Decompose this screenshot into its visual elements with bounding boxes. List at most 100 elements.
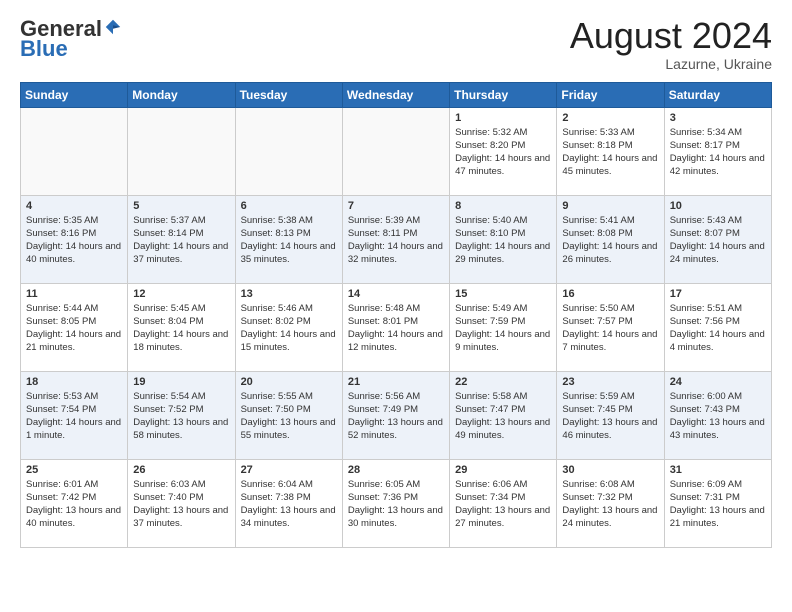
calendar-cell: 27 Sunrise: 6:04 AMSunset: 7:38 PMDayligh… xyxy=(235,459,342,547)
calendar-cell: 26 Sunrise: 6:03 AMSunset: 7:40 PMDayligh… xyxy=(128,459,235,547)
day-number: 29 xyxy=(455,464,551,476)
calendar-week-row: 18Sunrise: 5:53 AMSunset: 7:54 PMDayligh… xyxy=(21,371,772,459)
day-info: Sunrise: 5:48 AMSunset: 8:01 PMDaylight:… xyxy=(348,302,444,355)
day-number: 12 xyxy=(133,288,229,300)
day-number: 11 xyxy=(26,288,122,300)
calendar-cell xyxy=(342,107,449,195)
day-info: Sunrise: 5:33 AMSunset: 8:18 PMDaylight:… xyxy=(562,126,658,179)
day-number: 27 xyxy=(241,464,337,476)
day-number: 31 xyxy=(670,464,766,476)
calendar-cell xyxy=(21,107,128,195)
day-info: Sunrise: 6:01 AMSunset: 7:42 PMDaylight:… xyxy=(26,478,122,531)
calendar-cell: 6 Sunrise: 5:38 AMSunset: 8:13 PMDaylight… xyxy=(235,195,342,283)
weekday-header: Monday xyxy=(128,82,235,107)
day-number: 25 xyxy=(26,464,122,476)
day-number: 14 xyxy=(348,288,444,300)
day-info: Sunrise: 6:08 AMSunset: 7:32 PMDaylight:… xyxy=(562,478,658,531)
logo-blue-text: Blue xyxy=(20,36,68,62)
calendar-cell: 2Sunrise: 5:33 AMSunset: 8:18 PMDaylight… xyxy=(557,107,664,195)
day-info: Sunrise: 5:59 AMSunset: 7:45 PMDaylight:… xyxy=(562,390,658,443)
day-number: 19 xyxy=(133,376,229,388)
calendar-cell: 10Sunrise: 5:43 AMSunset: 8:07 PMDayligh… xyxy=(664,195,771,283)
page: General Blue August 2024 Lazurne, Ukrain… xyxy=(0,0,792,564)
day-info: Sunrise: 5:50 AMSunset: 7:57 PMDaylight:… xyxy=(562,302,658,355)
calendar-cell: 25 Sunrise: 6:01 AMSunset: 7:42 PMDayligh… xyxy=(21,459,128,547)
day-number: 23 xyxy=(562,376,658,388)
weekday-header: Thursday xyxy=(450,82,557,107)
calendar-cell: 28 Sunrise: 6:05 AMSunset: 7:36 PMDayligh… xyxy=(342,459,449,547)
day-info: Sunrise: 6:04 AMSunset: 7:38 PMDaylight:… xyxy=(241,478,337,531)
day-number: 6 xyxy=(241,200,337,212)
calendar-week-row: 25 Sunrise: 6:01 AMSunset: 7:42 PMDayligh… xyxy=(21,459,772,547)
day-info: Sunrise: 6:06 AMSunset: 7:34 PMDaylight:… xyxy=(455,478,551,531)
day-info: Sunrise: 5:41 AMSunset: 8:08 PMDaylight:… xyxy=(562,214,658,267)
day-number: 30 xyxy=(562,464,658,476)
logo-icon xyxy=(104,18,122,36)
calendar-cell: 5Sunrise: 5:37 AMSunset: 8:14 PMDaylight… xyxy=(128,195,235,283)
calendar-cell: 3 Sunrise: 5:34 AMSunset: 8:17 PMDaylight… xyxy=(664,107,771,195)
day-info: Sunrise: 6:05 AMSunset: 7:36 PMDaylight:… xyxy=(348,478,444,531)
calendar-cell: 24 Sunrise: 6:00 AMSunset: 7:43 PMDayligh… xyxy=(664,371,771,459)
calendar-cell: 11Sunrise: 5:44 AMSunset: 8:05 PMDayligh… xyxy=(21,283,128,371)
day-number: 20 xyxy=(241,376,337,388)
day-number: 10 xyxy=(670,200,766,212)
day-info: Sunrise: 6:03 AMSunset: 7:40 PMDaylight:… xyxy=(133,478,229,531)
calendar-week-row: 1 Sunrise: 5:32 AMSunset: 8:20 PMDaylight… xyxy=(21,107,772,195)
day-number: 26 xyxy=(133,464,229,476)
day-number: 28 xyxy=(348,464,444,476)
location: Lazurne, Ukraine xyxy=(570,56,772,72)
day-info: Sunrise: 5:56 AMSunset: 7:49 PMDaylight:… xyxy=(348,390,444,443)
calendar-week-row: 11Sunrise: 5:44 AMSunset: 8:05 PMDayligh… xyxy=(21,283,772,371)
day-number: 7 xyxy=(348,200,444,212)
day-number: 9 xyxy=(562,200,658,212)
day-number: 4 xyxy=(26,200,122,212)
day-info: Sunrise: 5:37 AMSunset: 8:14 PMDaylight:… xyxy=(133,214,229,267)
day-number: 16 xyxy=(562,288,658,300)
day-number: 8 xyxy=(455,200,551,212)
calendar: SundayMondayTuesdayWednesdayThursdayFrid… xyxy=(20,82,772,548)
header: General Blue August 2024 Lazurne, Ukrain… xyxy=(20,16,772,72)
day-info: Sunrise: 5:49 AMSunset: 7:59 PMDaylight:… xyxy=(455,302,551,355)
calendar-cell: 19 Sunrise: 5:54 AMSunset: 7:52 PMDayligh… xyxy=(128,371,235,459)
calendar-cell: 30 Sunrise: 6:08 AMSunset: 7:32 PMDayligh… xyxy=(557,459,664,547)
day-info: Sunrise: 5:32 AMSunset: 8:20 PMDaylight:… xyxy=(455,126,551,179)
day-number: 13 xyxy=(241,288,337,300)
title-block: August 2024 Lazurne, Ukraine xyxy=(570,16,772,72)
day-info: Sunrise: 5:39 AMSunset: 8:11 PMDaylight:… xyxy=(348,214,444,267)
day-info: Sunrise: 5:38 AMSunset: 8:13 PMDaylight:… xyxy=(241,214,337,267)
day-info: Sunrise: 5:35 AMSunset: 8:16 PMDaylight:… xyxy=(26,214,122,267)
calendar-week-row: 4 Sunrise: 5:35 AMSunset: 8:16 PMDaylight… xyxy=(21,195,772,283)
calendar-cell: 9 Sunrise: 5:41 AMSunset: 8:08 PMDaylight… xyxy=(557,195,664,283)
day-number: 1 xyxy=(455,112,551,124)
calendar-cell: 4 Sunrise: 5:35 AMSunset: 8:16 PMDaylight… xyxy=(21,195,128,283)
day-info: Sunrise: 5:58 AMSunset: 7:47 PMDaylight:… xyxy=(455,390,551,443)
weekday-header: Saturday xyxy=(664,82,771,107)
calendar-cell: 17Sunrise: 5:51 AMSunset: 7:56 PMDayligh… xyxy=(664,283,771,371)
day-info: Sunrise: 5:45 AMSunset: 8:04 PMDaylight:… xyxy=(133,302,229,355)
day-number: 15 xyxy=(455,288,551,300)
day-number: 24 xyxy=(670,376,766,388)
calendar-cell: 16 Sunrise: 5:50 AMSunset: 7:57 PMDayligh… xyxy=(557,283,664,371)
calendar-cell: 21 Sunrise: 5:56 AMSunset: 7:49 PMDayligh… xyxy=(342,371,449,459)
calendar-cell: 23 Sunrise: 5:59 AMSunset: 7:45 PMDayligh… xyxy=(557,371,664,459)
calendar-cell: 13Sunrise: 5:46 AMSunset: 8:02 PMDayligh… xyxy=(235,283,342,371)
day-info: Sunrise: 5:34 AMSunset: 8:17 PMDaylight:… xyxy=(670,126,766,179)
day-info: Sunrise: 6:00 AMSunset: 7:43 PMDaylight:… xyxy=(670,390,766,443)
calendar-cell: 20Sunrise: 5:55 AMSunset: 7:50 PMDayligh… xyxy=(235,371,342,459)
calendar-cell: 29 Sunrise: 6:06 AMSunset: 7:34 PMDayligh… xyxy=(450,459,557,547)
day-number: 22 xyxy=(455,376,551,388)
calendar-cell xyxy=(128,107,235,195)
day-info: Sunrise: 5:53 AMSunset: 7:54 PMDaylight:… xyxy=(26,390,122,443)
calendar-cell: 12 Sunrise: 5:45 AMSunset: 8:04 PMDayligh… xyxy=(128,283,235,371)
weekday-header: Sunday xyxy=(21,82,128,107)
day-info: Sunrise: 5:54 AMSunset: 7:52 PMDaylight:… xyxy=(133,390,229,443)
calendar-cell: 15 Sunrise: 5:49 AMSunset: 7:59 PMDayligh… xyxy=(450,283,557,371)
day-number: 3 xyxy=(670,112,766,124)
day-number: 21 xyxy=(348,376,444,388)
logo: General Blue xyxy=(20,16,122,62)
calendar-cell: 14 Sunrise: 5:48 AMSunset: 8:01 PMDayligh… xyxy=(342,283,449,371)
day-info: Sunrise: 6:09 AMSunset: 7:31 PMDaylight:… xyxy=(670,478,766,531)
calendar-cell: 31 Sunrise: 6:09 AMSunset: 7:31 PMDayligh… xyxy=(664,459,771,547)
month-title: August 2024 xyxy=(570,16,772,56)
weekday-header: Wednesday xyxy=(342,82,449,107)
